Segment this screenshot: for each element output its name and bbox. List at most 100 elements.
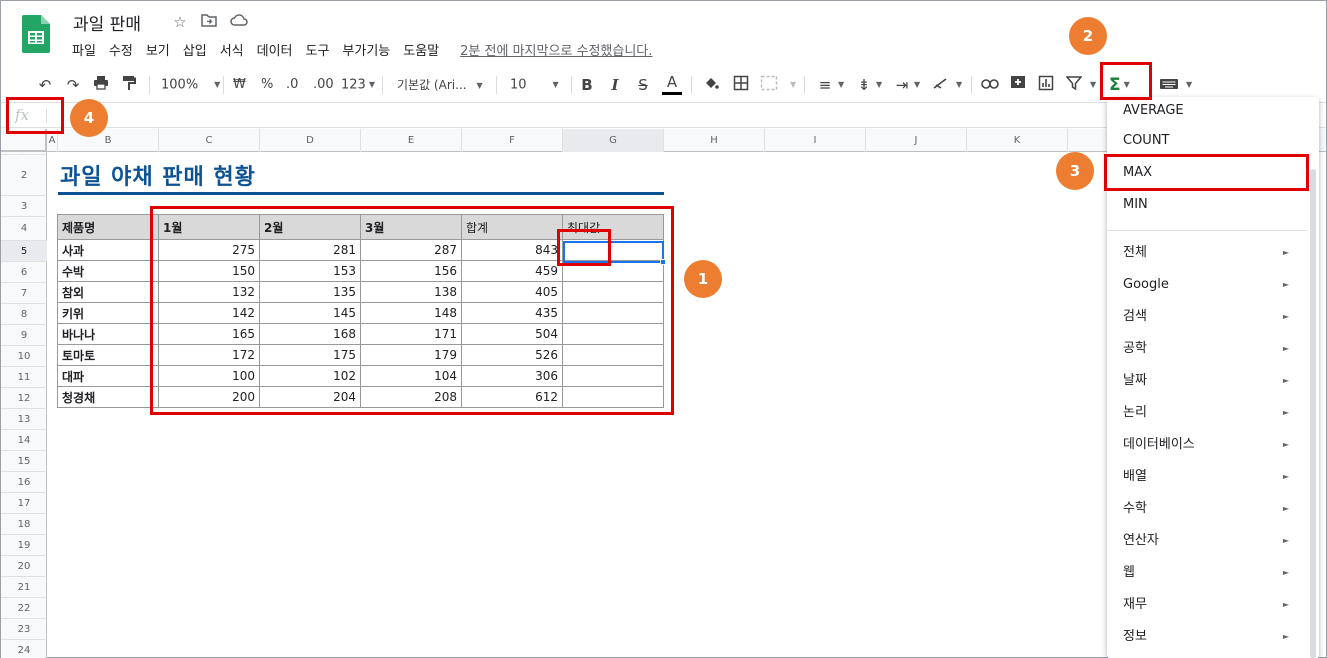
- text-wrap-icon[interactable]: ⇥: [892, 75, 912, 95]
- column-header-c[interactable]: C: [159, 129, 260, 152]
- sheets-logo-icon[interactable]: [22, 15, 50, 53]
- row-header-3[interactable]: 3: [1, 196, 47, 217]
- redo-icon[interactable]: ↷: [63, 75, 83, 95]
- filter-dropdown[interactable]: ▼: [1087, 75, 1096, 95]
- menu-item-logical[interactable]: 논리 ►: [1107, 399, 1307, 427]
- percent-button[interactable]: %: [261, 75, 273, 95]
- row-header-22[interactable]: 22: [1, 598, 47, 619]
- align-dropdown[interactable]: ▼: [835, 75, 844, 95]
- text-color-button[interactable]: A: [662, 75, 682, 95]
- menu-edit[interactable]: 수정: [109, 40, 133, 59]
- column-header-e[interactable]: E: [361, 129, 462, 152]
- row-header-14[interactable]: 14: [1, 430, 47, 451]
- currency-button[interactable]: ₩: [233, 75, 246, 95]
- menu-tools[interactable]: 도구: [306, 40, 330, 59]
- row-header-8[interactable]: 8: [1, 304, 47, 325]
- menu-item-web[interactable]: 웹 ►: [1107, 559, 1307, 587]
- star-icon[interactable]: ☆: [171, 13, 189, 31]
- row-header-21[interactable]: 21: [1, 577, 47, 598]
- column-header-j[interactable]: J: [866, 129, 967, 152]
- menu-item-min[interactable]: MIN: [1107, 191, 1307, 219]
- align-left-icon[interactable]: ≡: [815, 75, 835, 95]
- merge-dropdown[interactable]: ▼: [787, 75, 796, 95]
- column-header-i[interactable]: I: [765, 129, 866, 152]
- text-rotation-icon[interactable]: [931, 75, 951, 95]
- vertical-align-dropdown[interactable]: ▼: [873, 75, 882, 95]
- increase-decimal-button[interactable]: .00: [313, 75, 334, 95]
- borders-icon[interactable]: [731, 75, 751, 95]
- menu-item-engineering[interactable]: 공학 ►: [1107, 335, 1307, 363]
- print-icon[interactable]: [91, 75, 111, 95]
- menu-format[interactable]: 서식: [220, 40, 244, 59]
- cloud-status-icon[interactable]: [230, 13, 248, 31]
- table-cell[interactable]: 참외: [57, 281, 159, 303]
- paint-format-icon[interactable]: [119, 75, 139, 95]
- insert-link-icon[interactable]: [980, 75, 1000, 95]
- insert-comment-icon[interactable]: [1008, 75, 1028, 95]
- row-header-24[interactable]: 24: [1, 640, 47, 658]
- row-header-6[interactable]: 6: [1, 262, 47, 283]
- more-formats-button[interactable]: 123 ▼: [341, 75, 375, 95]
- menu-scrollbar[interactable]: [1310, 169, 1316, 658]
- column-header-b[interactable]: B: [58, 129, 159, 152]
- row-header-15[interactable]: 15: [1, 451, 47, 472]
- filter-icon[interactable]: [1064, 75, 1084, 95]
- menu-file[interactable]: 파일: [72, 40, 96, 59]
- row-header-23[interactable]: 23: [1, 619, 47, 640]
- row-header-18[interactable]: 18: [1, 514, 47, 535]
- row-header-12[interactable]: 12: [1, 388, 47, 409]
- menu-item-array[interactable]: 배열 ►: [1107, 463, 1307, 491]
- menu-item-info[interactable]: 정보 ►: [1107, 623, 1307, 651]
- strikethrough-button[interactable]: S: [633, 75, 653, 95]
- row-header-9[interactable]: 9: [1, 325, 47, 346]
- input-tools-dropdown[interactable]: ▼: [1183, 75, 1192, 95]
- italic-button[interactable]: I: [605, 75, 625, 95]
- menu-help[interactable]: 도움말: [403, 40, 439, 59]
- table-cell[interactable]: 바나나: [57, 323, 159, 345]
- menu-addons[interactable]: 부가기능: [342, 40, 390, 59]
- sheet-title[interactable]: 과일 야채 판매 현황: [60, 159, 256, 191]
- zoom-select[interactable]: 100% ▼: [161, 75, 220, 95]
- table-cell[interactable]: 수박: [57, 260, 159, 282]
- menu-item-math[interactable]: 수학 ►: [1107, 495, 1307, 523]
- row-header-11[interactable]: 11: [1, 367, 47, 388]
- row-header-10[interactable]: 10: [1, 346, 47, 367]
- menu-item-google[interactable]: Google ►: [1107, 271, 1307, 299]
- merge-cells-icon[interactable]: [759, 75, 779, 95]
- row-header-20[interactable]: 20: [1, 556, 47, 577]
- menu-item-date[interactable]: 날짜 ►: [1107, 367, 1307, 395]
- table-cell[interactable]: 사과: [57, 239, 159, 261]
- table-cell[interactable]: 청경채: [57, 386, 159, 408]
- row-header-5[interactable]: 5: [1, 241, 47, 262]
- menu-item-financial[interactable]: 재무 ►: [1107, 591, 1307, 619]
- move-folder-icon[interactable]: [200, 13, 218, 31]
- last-edit-link[interactable]: 2분 전에 마지막으로 수정했습니다.: [460, 40, 652, 59]
- menu-insert[interactable]: 삽입: [183, 40, 207, 59]
- column-header-d[interactable]: D: [260, 129, 361, 152]
- fill-color-icon[interactable]: [701, 75, 721, 95]
- undo-icon[interactable]: ↶: [35, 75, 55, 95]
- table-cell[interactable]: 대파: [57, 365, 159, 387]
- menu-item-all[interactable]: 전체 ►: [1107, 239, 1307, 267]
- vertical-align-icon[interactable]: ⇟: [854, 75, 874, 95]
- header-cell[interactable]: 제품명: [57, 214, 159, 240]
- column-header-h[interactable]: H: [664, 129, 765, 152]
- row-header-2[interactable]: 2: [1, 155, 47, 196]
- table-cell[interactable]: 키위: [57, 302, 159, 324]
- menu-item-average[interactable]: AVERAGE: [1107, 97, 1307, 125]
- insert-chart-icon[interactable]: [1036, 75, 1056, 95]
- font-size-select[interactable]: 10 ▼: [510, 75, 559, 95]
- font-select[interactable]: 기본값 (Ari... ▼: [397, 75, 483, 95]
- document-title[interactable]: 과일 판매: [73, 10, 141, 35]
- table-cell[interactable]: 토마토: [57, 344, 159, 366]
- text-rotation-dropdown[interactable]: ▼: [953, 75, 962, 95]
- input-tools-keyboard-icon[interactable]: [1159, 75, 1179, 95]
- row-header-7[interactable]: 7: [1, 283, 47, 304]
- row-header-16[interactable]: 16: [1, 472, 47, 493]
- menu-item-operator[interactable]: 연산자 ►: [1107, 527, 1307, 555]
- menu-view[interactable]: 보기: [146, 40, 170, 59]
- row-header-19[interactable]: 19: [1, 535, 47, 556]
- menu-item-lookup[interactable]: 검색 ►: [1107, 303, 1307, 331]
- column-header-f[interactable]: F: [462, 129, 563, 152]
- column-header-k[interactable]: K: [967, 129, 1068, 152]
